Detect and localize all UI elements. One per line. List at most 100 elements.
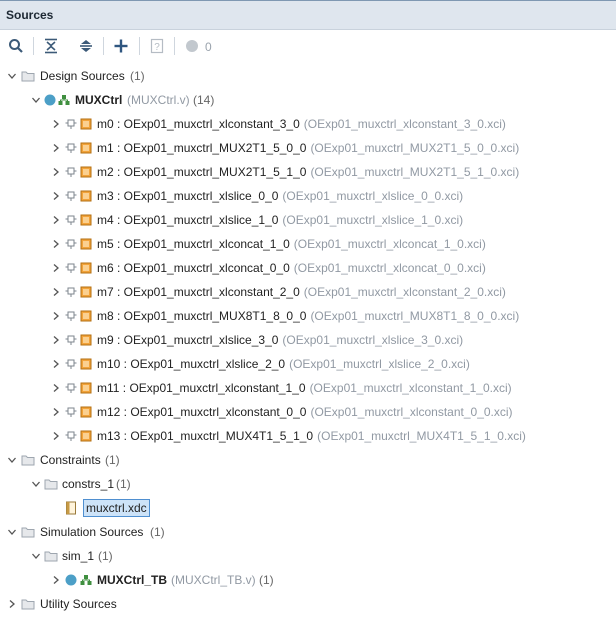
chevron-down-icon[interactable]	[30, 88, 42, 112]
chevron-right-icon[interactable]	[50, 184, 62, 208]
module-instance: m7 : OExp01_muxctrl_xlconstant_2_0	[97, 285, 300, 299]
status-dot-icon	[182, 36, 202, 56]
tree-node-xdc-file[interactable]: muxctrl.xdc	[0, 496, 616, 520]
tree-count: (1)	[98, 549, 113, 563]
module-row[interactable]: m2 : OExp01_muxctrl_MUX2T1_5_1_0 (OExp01_…	[0, 160, 616, 184]
module-instance: m13 : OExp01_muxctrl_MUX4T1_5_1_0	[97, 429, 314, 443]
hierarchy-icon	[80, 573, 92, 590]
top-module-status-icon	[44, 93, 56, 110]
chevron-right-icon[interactable]	[50, 424, 62, 448]
chevron-down-icon[interactable]	[30, 544, 42, 568]
tb-module-file: (MUXCtrl_TB.v)	[171, 573, 256, 587]
module-row[interactable]: m10 : OExp01_muxctrl_xlslice_2_0 (OExp01_…	[0, 352, 616, 376]
properties-icon[interactable]: ?	[147, 36, 167, 56]
svg-text:?: ?	[154, 42, 160, 53]
tree-node-design-sources[interactable]: Design Sources (1)	[0, 64, 616, 88]
folder-icon	[21, 69, 35, 86]
ip-core-icon	[80, 165, 92, 182]
module-row[interactable]: m7 : OExp01_muxctrl_xlconstant_2_0 (OExp0…	[0, 280, 616, 304]
chevron-right-icon[interactable]	[50, 232, 62, 256]
ip-connector-icon	[65, 213, 77, 230]
ip-core-icon	[80, 381, 92, 398]
expand-all-icon[interactable]	[76, 36, 96, 56]
ip-connector-icon	[65, 357, 77, 374]
ip-connector-icon	[65, 165, 77, 182]
ip-core-icon	[80, 285, 92, 302]
top-module-file: (MUXCtrl.v)	[127, 93, 190, 107]
folder-icon	[44, 477, 58, 494]
tree-node-muxctrl[interactable]: MUXCtrl (MUXCtrl.v) (14)	[0, 88, 616, 112]
ip-core-icon	[80, 189, 92, 206]
ip-core-icon	[80, 141, 92, 158]
ip-core-icon	[80, 309, 92, 326]
module-row[interactable]: m5 : OExp01_muxctrl_xlconcat_1_0 (OExp01_…	[0, 232, 616, 256]
chevron-right-icon[interactable]	[50, 400, 62, 424]
module-instance: m10 : OExp01_muxctrl_xlslice_2_0	[97, 357, 286, 371]
tree-node-sim-1[interactable]: sim_1 (1)	[0, 544, 616, 568]
tree-label: constrs_1	[62, 477, 115, 491]
module-file: (OExp01_muxctrl_xlconstant_1_0.xci)	[309, 381, 512, 395]
tree-node-utility-sources[interactable]: Utility Sources	[0, 592, 616, 616]
ip-core-icon	[80, 333, 92, 350]
chevron-down-icon[interactable]	[30, 472, 42, 496]
chevron-down-icon[interactable]	[6, 64, 18, 88]
tree-count: (1)	[259, 573, 274, 587]
ip-connector-icon	[65, 117, 77, 134]
hierarchy-icon	[58, 93, 70, 110]
module-file: (OExp01_muxctrl_MUX8T1_8_0_0.xci)	[310, 309, 520, 323]
chevron-right-icon[interactable]	[50, 568, 62, 592]
module-row[interactable]: m0 : OExp01_muxctrl_xlconstant_3_0 (OExp0…	[0, 112, 616, 136]
module-row[interactable]: m12 : OExp01_muxctrl_xlconstant_0_0 (OExp…	[0, 400, 616, 424]
module-row[interactable]: m9 : OExp01_muxctrl_xlslice_3_0 (OExp01_m…	[0, 328, 616, 352]
chevron-right-icon[interactable]	[50, 376, 62, 400]
chevron-right-icon[interactable]	[50, 280, 62, 304]
collapse-all-icon[interactable]	[41, 36, 61, 56]
chevron-right-icon[interactable]	[6, 592, 18, 616]
module-instance: m5 : OExp01_muxctrl_xlconcat_1_0	[97, 237, 290, 251]
tree-node-muxctrl-tb[interactable]: MUXCtrl_TB (MUXCtrl_TB.v) (1)	[0, 568, 616, 592]
folder-icon	[21, 453, 35, 470]
module-row[interactable]: m1 : OExp01_muxctrl_MUX2T1_5_0_0 (OExp01_…	[0, 136, 616, 160]
search-icon[interactable]	[6, 36, 26, 56]
ip-connector-icon	[65, 429, 77, 446]
module-instance: m3 : OExp01_muxctrl_xlslice_0_0	[97, 189, 279, 203]
sources-toolbar: ? 0	[0, 31, 616, 61]
chevron-right-icon[interactable]	[50, 136, 62, 160]
chevron-right-icon[interactable]	[50, 208, 62, 232]
module-file: (OExp01_muxctrl_xlslice_0_0.xci)	[282, 189, 464, 203]
tree-count: (1)	[116, 477, 131, 491]
chevron-right-icon[interactable]	[50, 304, 62, 328]
chevron-right-icon[interactable]	[50, 160, 62, 184]
toolbar-divider	[103, 37, 104, 55]
tree-label: Constraints	[40, 453, 101, 467]
xdc-file-label[interactable]: muxctrl.xdc	[83, 499, 150, 517]
ip-connector-icon	[65, 381, 77, 398]
module-row[interactable]: m11 : OExp01_muxctrl_xlconstant_1_0 (OExp…	[0, 376, 616, 400]
add-sources-icon[interactable]	[111, 36, 131, 56]
chevron-down-icon[interactable]	[6, 520, 18, 544]
tree-node-constrs-1[interactable]: constrs_1 (1)	[0, 472, 616, 496]
module-row[interactable]: m6 : OExp01_muxctrl_xlconcat_0_0 (OExp01_…	[0, 256, 616, 280]
panel-title: Sources	[6, 8, 54, 22]
tree-node-constraints[interactable]: Constraints (1)	[0, 448, 616, 472]
tree-label: Simulation Sources	[40, 525, 144, 539]
chevron-right-icon[interactable]	[50, 328, 62, 352]
module-file: (OExp01_muxctrl_xlconcat_1_0.xci)	[293, 237, 486, 251]
chevron-right-icon[interactable]	[50, 112, 62, 136]
module-row[interactable]: m8 : OExp01_muxctrl_MUX8T1_8_0_0 (OExp01_…	[0, 304, 616, 328]
tree-count: (1)	[130, 69, 145, 83]
top-module-status-icon	[65, 573, 77, 590]
toolbar-divider	[33, 37, 34, 55]
chevron-right-icon[interactable]	[50, 256, 62, 280]
tree-node-simulation-sources[interactable]: Simulation Sources (1)	[0, 520, 616, 544]
chevron-right-icon[interactable]	[50, 352, 62, 376]
ip-connector-icon	[65, 333, 77, 350]
chevron-down-icon[interactable]	[6, 448, 18, 472]
module-file: (OExp01_muxctrl_xlconstant_2_0.xci)	[303, 285, 506, 299]
module-file: (OExp01_muxctrl_xlconstant_0_0.xci)	[310, 405, 513, 419]
module-instance: m6 : OExp01_muxctrl_xlconcat_0_0	[97, 261, 290, 275]
module-row[interactable]: m4 : OExp01_muxctrl_xlslice_1_0 (OExp01_m…	[0, 208, 616, 232]
module-row[interactable]: m3 : OExp01_muxctrl_xlslice_0_0 (OExp01_m…	[0, 184, 616, 208]
module-row[interactable]: m13 : OExp01_muxctrl_MUX4T1_5_1_0 (OExp01…	[0, 424, 616, 448]
ip-connector-icon	[65, 141, 77, 158]
